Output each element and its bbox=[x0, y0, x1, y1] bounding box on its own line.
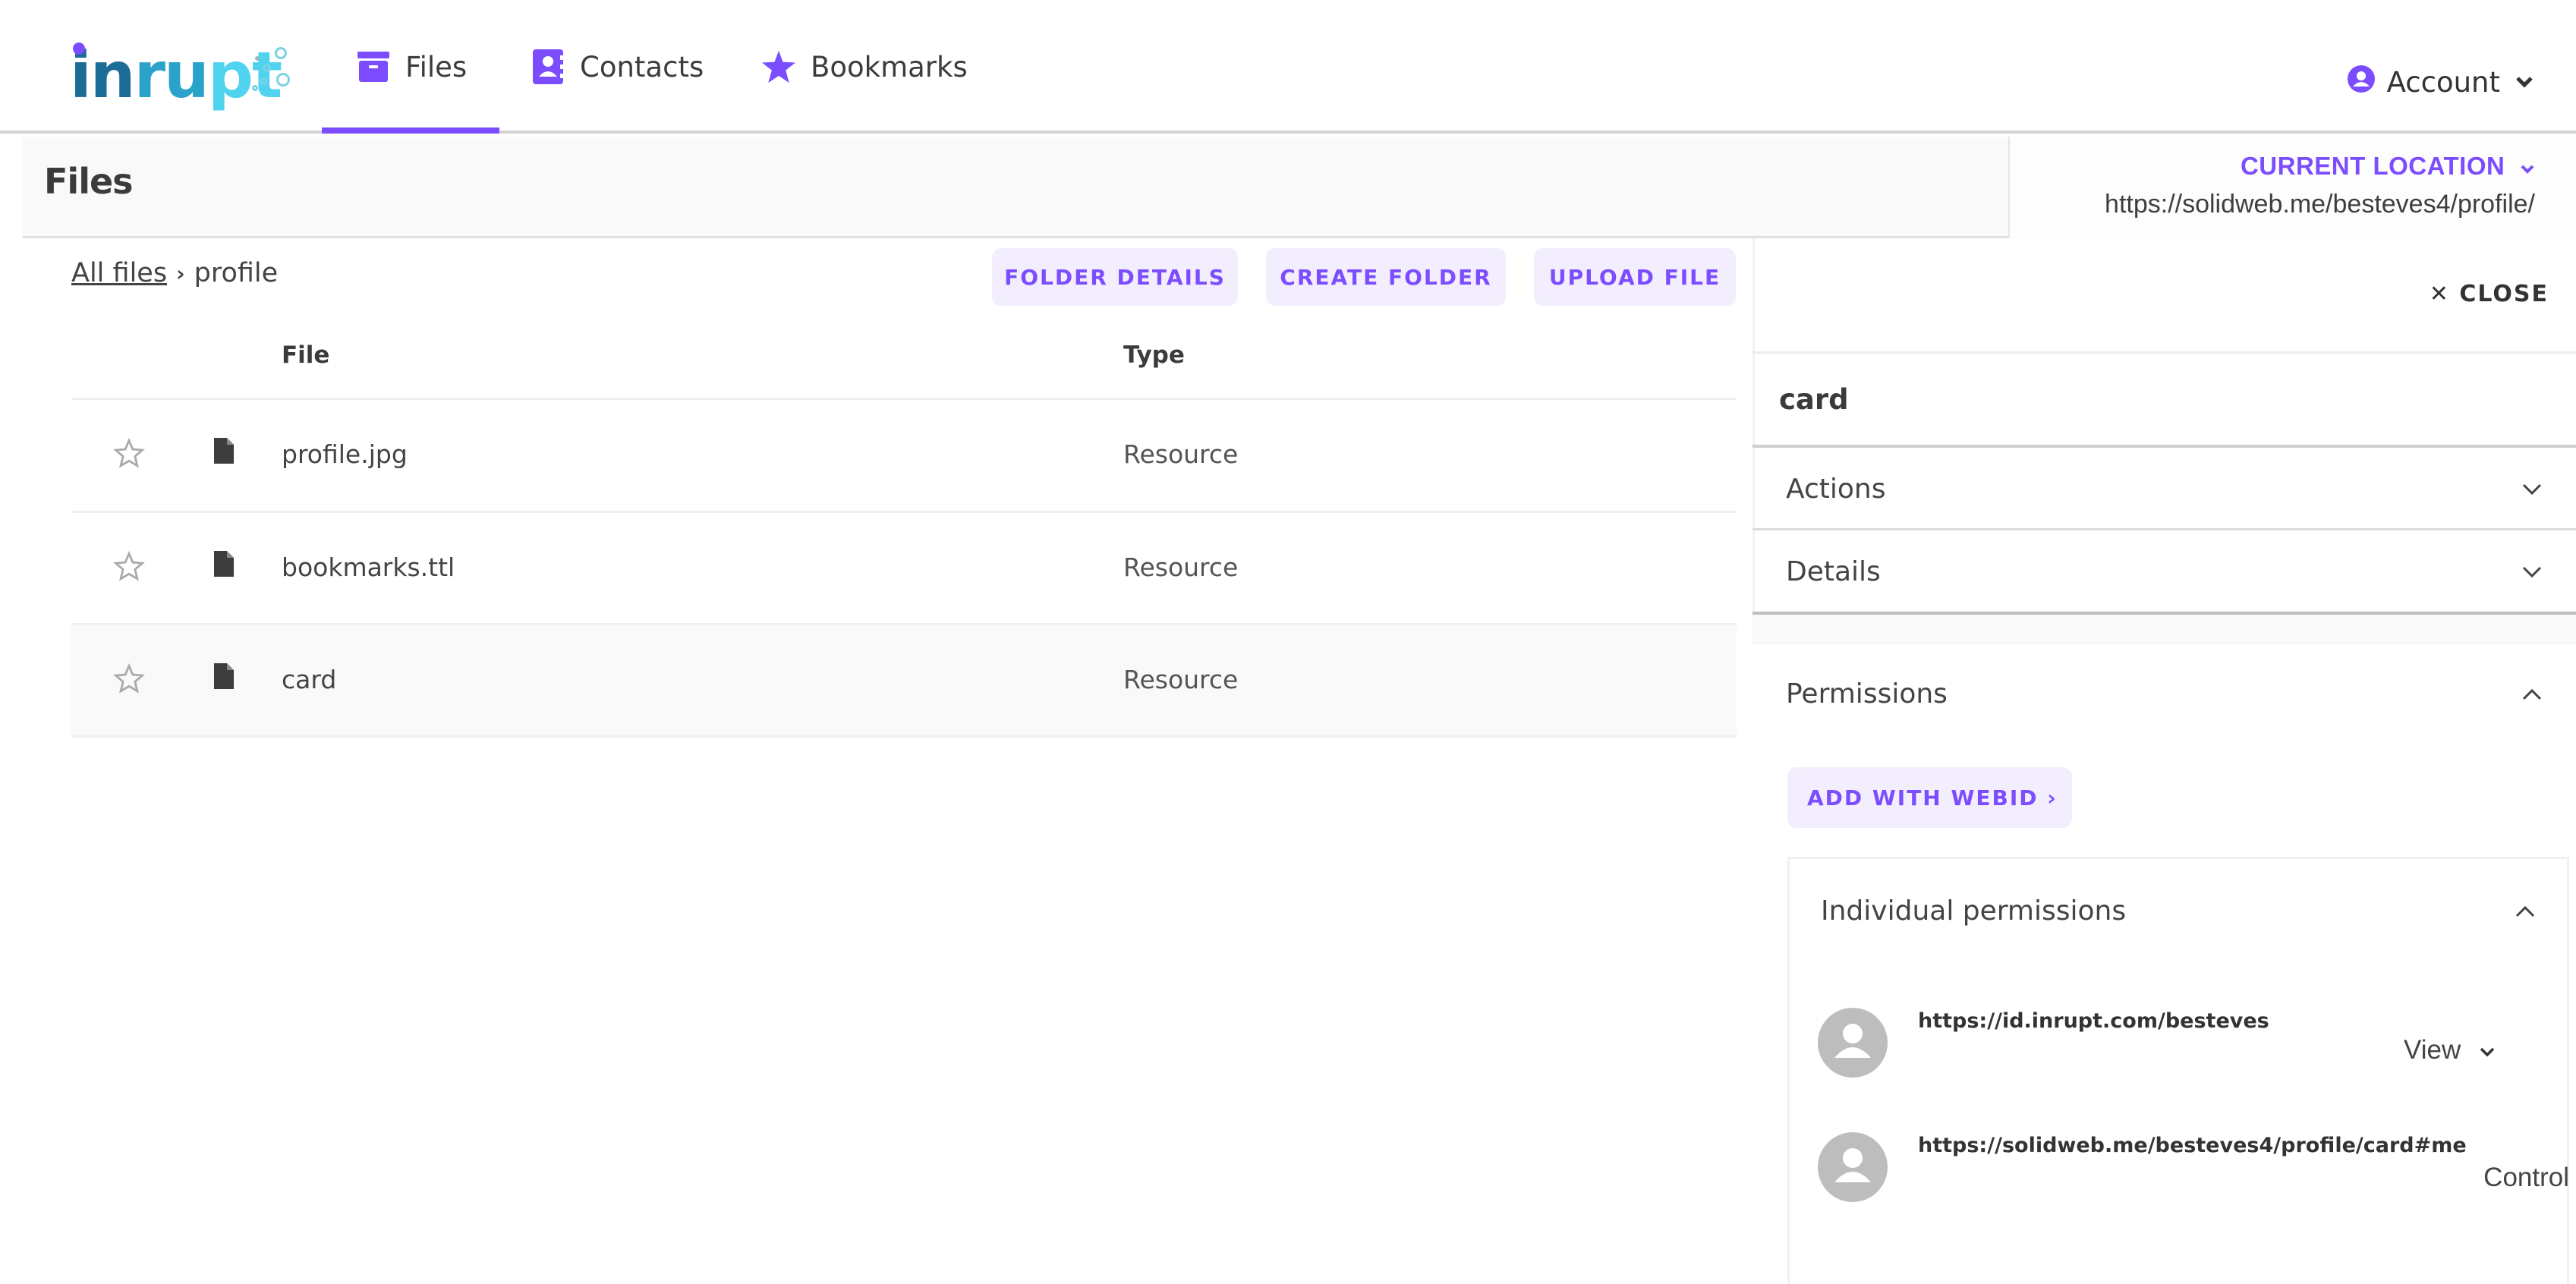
current-location-label: CURRENT LOCATION bbox=[2240, 152, 2505, 180]
panel-divider bbox=[1752, 351, 2576, 354]
avatar-placeholder-icon bbox=[1818, 1008, 1888, 1078]
file-type: Resource bbox=[1123, 552, 1239, 582]
permission-value: View bbox=[2404, 1035, 2461, 1065]
star-icon bbox=[762, 50, 795, 83]
current-location-url: https://solidweb.me/besteves4/profile/ bbox=[2105, 190, 2535, 219]
accordion-details[interactable]: Details bbox=[1752, 531, 2576, 612]
permission-select[interactable]: View bbox=[2404, 1035, 2496, 1065]
file-name[interactable]: profile.jpg bbox=[282, 439, 408, 469]
resource-name-heading: card bbox=[1779, 383, 1849, 416]
archive-box-icon bbox=[357, 50, 390, 83]
file-type: Resource bbox=[1123, 665, 1239, 694]
logo-bubbles-icon bbox=[250, 47, 290, 93]
breadcrumb-current: profile bbox=[194, 258, 279, 288]
nav-tab-label: Files bbox=[405, 50, 468, 83]
chevron-up-icon bbox=[2515, 898, 2536, 924]
chevron-down-icon bbox=[2521, 476, 2543, 502]
current-location-toggle[interactable]: CURRENT LOCATION bbox=[2241, 152, 2535, 181]
table-row[interactable]: profile.jpg Resource bbox=[71, 400, 1737, 511]
chevron-down-icon bbox=[2479, 1039, 2496, 1062]
bookmark-star-icon[interactable] bbox=[113, 662, 145, 695]
nav-tab-bookmarks[interactable]: Bookmarks bbox=[762, 0, 968, 134]
panel-divider bbox=[1752, 528, 2576, 530]
agent-webid: https://id.inrupt.com/besteves bbox=[1918, 1009, 2269, 1033]
logo-dot bbox=[73, 42, 85, 55]
contact-book-icon bbox=[531, 49, 565, 84]
agent-webid: https://solidweb.me/besteves4/profile/ca… bbox=[1918, 1134, 2467, 1157]
panel-divider bbox=[1752, 445, 2576, 448]
agent-permission-row: https://solidweb.me/besteves4/profile/ca… bbox=[1787, 1132, 2569, 1231]
file-icon bbox=[214, 551, 234, 577]
breadcrumb-separator-icon: › bbox=[176, 260, 185, 286]
file-icon bbox=[214, 438, 234, 464]
accordion-label: Actions bbox=[1786, 473, 1886, 505]
column-header-file[interactable]: File bbox=[282, 341, 329, 369]
account-label: Account bbox=[2386, 65, 2500, 99]
add-with-webid-button[interactable]: ADD WITH WEBID › bbox=[1787, 767, 2072, 828]
avatar-placeholder-icon bbox=[1818, 1132, 1888, 1202]
bookmark-star-icon[interactable] bbox=[113, 550, 145, 583]
permission-value: Control bbox=[2483, 1163, 2569, 1192]
table-divider bbox=[71, 735, 1737, 738]
file-icon bbox=[214, 663, 234, 689]
nav-tab-contacts[interactable]: Contacts bbox=[531, 0, 704, 134]
upload-file-button[interactable]: UPLOAD FILE bbox=[1534, 248, 1736, 306]
breadcrumb: All files › profile bbox=[71, 258, 278, 288]
table-row[interactable]: bookmarks.ttl Resource bbox=[71, 513, 1737, 625]
chevron-down-icon bbox=[2521, 559, 2543, 585]
active-tab-indicator bbox=[322, 127, 499, 134]
accordion-individual-permissions[interactable]: Individual permissions bbox=[1787, 873, 2569, 949]
create-folder-button[interactable]: CREATE FOLDER bbox=[1266, 248, 1506, 306]
accordion-permissions[interactable]: Permissions bbox=[1752, 654, 2576, 733]
page-title: Files bbox=[44, 161, 134, 202]
chevron-down-icon bbox=[2515, 71, 2533, 93]
accordion-actions[interactable]: Actions bbox=[1752, 449, 2576, 528]
table-row-selected[interactable]: card Resource bbox=[71, 625, 1737, 737]
accordion-label: Individual permissions bbox=[1821, 895, 2127, 927]
folder-details-button[interactable]: FOLDER DETAILS bbox=[992, 248, 1238, 306]
chevron-up-icon bbox=[2521, 681, 2543, 707]
file-type: Resource bbox=[1123, 439, 1239, 469]
chevron-down-icon bbox=[2520, 159, 2535, 178]
column-header-type[interactable]: Type bbox=[1123, 341, 1185, 369]
accordion-label: Permissions bbox=[1786, 678, 1948, 710]
nav-tab-files[interactable]: Files bbox=[322, 0, 499, 134]
panel-gap bbox=[1752, 615, 2576, 642]
nav-tab-label: Bookmarks bbox=[811, 50, 968, 83]
inrupt-logo[interactable]: in ru pt bbox=[70, 38, 282, 112]
file-name[interactable]: bookmarks.ttl bbox=[282, 552, 455, 582]
close-drawer-button[interactable]: ✕ CLOSE bbox=[2430, 281, 2549, 307]
breadcrumb-all-files-link[interactable]: All files bbox=[71, 258, 167, 288]
user-circle-icon bbox=[2347, 65, 2375, 99]
file-name[interactable]: card bbox=[282, 665, 336, 694]
account-menu[interactable]: Account bbox=[2347, 61, 2533, 103]
nav-tab-label: Contacts bbox=[580, 50, 704, 83]
logo-text-part: ru bbox=[134, 38, 209, 112]
agent-permission-row: https://id.inrupt.com/besteves View bbox=[1787, 1008, 2569, 1106]
bookmark-star-icon[interactable] bbox=[113, 437, 145, 470]
accordion-label: Details bbox=[1786, 555, 1881, 587]
